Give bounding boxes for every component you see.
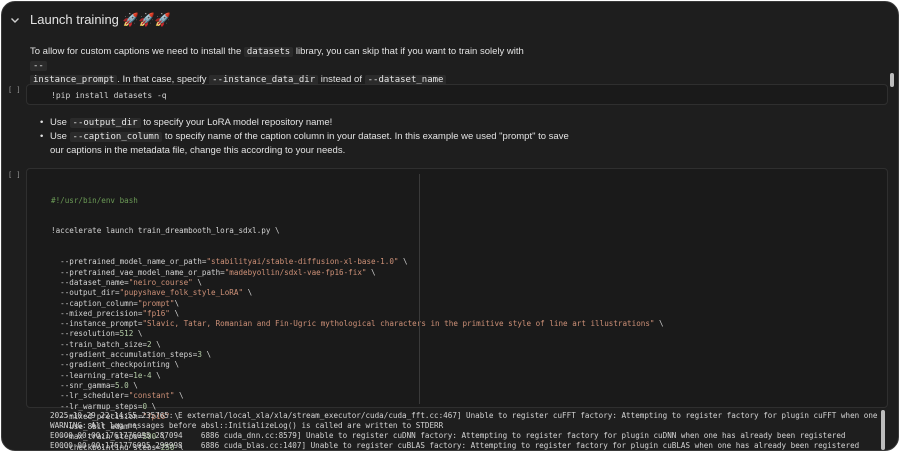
line-continuation: \ — [366, 267, 376, 277]
line-continuation: \ — [654, 319, 664, 329]
code-arg-value: "fp16" — [142, 308, 170, 318]
line-continuation: \ — [133, 329, 143, 339]
line-continuation: \ — [398, 257, 408, 267]
inline-code: datasets — [243, 47, 294, 57]
inline-code: --output_dir — [69, 118, 141, 128]
notebook-scrollbar[interactable] — [890, 73, 894, 87]
code-arg-key: --resolution= — [51, 329, 120, 339]
code-line: --instance_prompt="Slavic, Tatar, Romani… — [51, 319, 664, 329]
output-line: E0000 00:00:1761776095.287094 6886 cuda_… — [50, 431, 846, 440]
chevron-down-icon[interactable] — [9, 14, 21, 26]
line-continuation: \ — [174, 391, 184, 401]
code-cell-pip[interactable]: !pip install datasets -q — [26, 84, 888, 105]
line-continuation: \ — [174, 298, 180, 308]
code-arg-value: 5.0 — [115, 380, 129, 390]
bullet-text: Use — [50, 131, 67, 142]
code-line: !accelerate launch train_dreambooth_lora… — [51, 226, 280, 236]
section-title: Launch training 🚀🚀🚀 — [30, 12, 172, 27]
code-arg-key: --lr_scheduler= — [51, 391, 129, 401]
code-line: --train_batch_size=2 \ — [51, 340, 664, 350]
line-continuation: \ — [192, 277, 202, 287]
code-line: --learning_rate=1e-4 \ — [51, 371, 664, 381]
line-continuation: \ — [151, 339, 161, 349]
output-scrollbar[interactable] — [881, 410, 885, 450]
line-continuation: \ — [151, 370, 161, 380]
output-line: WARNING: All log messages before absl::I… — [50, 421, 444, 430]
intro-text-part: library, you can skip that if you want t… — [295, 46, 524, 57]
code-line: --lr_scheduler="constant" \ — [51, 391, 664, 401]
bullet-list: Use --output_dir to specify your LoRA mo… — [40, 116, 570, 158]
inline-code: --caption_column — [69, 132, 163, 142]
line-continuation: \ — [169, 308, 180, 318]
output-line: E0000 00:00:1761776095.299998 6886 cuda_… — [50, 441, 860, 450]
code-line: --dataset_name="neiro_course" \ — [51, 278, 664, 288]
code-arg-key: --pretrained_model_name_or_path= — [51, 257, 207, 267]
line-continuation: \ — [201, 350, 212, 360]
notebook-window: Launch training 🚀🚀🚀 To allow for custom … — [1, 1, 899, 451]
code-line: --pretrained_model_name_or_path="stabili… — [51, 257, 664, 267]
code-arg-value: 1e-4 — [133, 370, 152, 380]
code-line: --caption_column="prompt"\ — [51, 299, 664, 309]
inline-code: -- — [30, 61, 47, 71]
list-item: Use --output_dir to specify your LoRA mo… — [40, 116, 570, 130]
code-arg-value: "stabilityai/stable-diffusion-xl-base-1.… — [206, 257, 399, 267]
bullet-text: Use — [50, 117, 67, 128]
code-arg-key: --pretrained_vae_model_name_or_path= — [51, 267, 225, 277]
cell-output: 2025-10-29 22:14:55.235765: E external/l… — [50, 411, 882, 450]
code-line: --mixed_precision="fp16" \ — [51, 309, 664, 319]
line-continuation: \ — [128, 380, 138, 390]
code-line: --snr_gamma=5.0 \ — [51, 381, 664, 391]
code-arg-key: --gradient_accumulation_steps= — [51, 350, 198, 360]
code-line: --gradient_accumulation_steps=3 \ — [51, 350, 664, 360]
code-arg-value: "neiro_course" — [128, 277, 193, 287]
run-cell-button[interactable]: [ ] — [8, 171, 21, 179]
line-continuation: \ — [243, 288, 253, 298]
code-arg-key: --lr_warmup_steps= — [51, 401, 143, 411]
code-line: --gradient_checkpointing \ — [51, 360, 664, 370]
line-length-ruler — [419, 174, 420, 404]
code-arg-key: --dataset_name= — [51, 277, 129, 287]
code-arg-value: "pupyshave_folk_style_LoRA" — [119, 288, 244, 298]
output-line: 2025-10-29 22:14:55.235765: E external/l… — [50, 411, 878, 420]
section-header[interactable]: Launch training 🚀🚀🚀 — [2, 10, 898, 32]
code-line: --resolution=512 \ — [51, 329, 664, 339]
code-arg-key: --train_batch_size= — [51, 339, 148, 349]
code-arg-value: 512 — [119, 329, 134, 339]
code-line: !pip install datasets -q — [51, 91, 167, 100]
code-editor[interactable]: #!/usr/bin/env bash !accelerate launch t… — [51, 175, 664, 450]
code-line: --pretrained_vae_model_name_or_path="mad… — [51, 268, 664, 278]
code-arg-key: --output_dir= — [51, 288, 120, 298]
list-item: Use --caption_column to specify name of … — [40, 130, 570, 158]
code-arg-key: --gradient_checkpointing — [51, 360, 170, 370]
code-arg-key: --instance_prompt= — [51, 319, 143, 329]
code-arg-key: --learning_rate= — [51, 370, 134, 380]
code-arg-key: --mixed_precision= — [51, 308, 143, 318]
code-arg-value: "constant" — [128, 391, 175, 401]
code-arg-value: "madebyollin/sdxl-vae-fp16-fix" — [224, 267, 367, 277]
code-line: --output_dir="pupyshave_folk_style_LoRA"… — [51, 288, 664, 298]
bullet-text: to specify your LoRA model repository na… — [143, 117, 333, 128]
code-arg-key: --caption_column= — [51, 298, 138, 308]
code-line: #!/usr/bin/env bash — [51, 195, 138, 205]
intro-text: To allow for custom captions we need to … — [30, 45, 530, 87]
line-continuation: \ — [147, 401, 157, 411]
code-cell-accelerate[interactable]: #!/usr/bin/env bash !accelerate launch t… — [26, 168, 888, 450]
intro-text-part: To allow for custom captions we need to … — [30, 46, 242, 57]
line-continuation: \ — [169, 360, 180, 370]
code-arg-value: "prompt" — [137, 298, 175, 308]
code-arg-key: --snr_gamma= — [51, 380, 116, 390]
code-arg-value: "Slavic, Tatar, Romanian and Fin-Ugric m… — [142, 319, 655, 329]
run-cell-button[interactable]: [ ] — [8, 86, 21, 94]
